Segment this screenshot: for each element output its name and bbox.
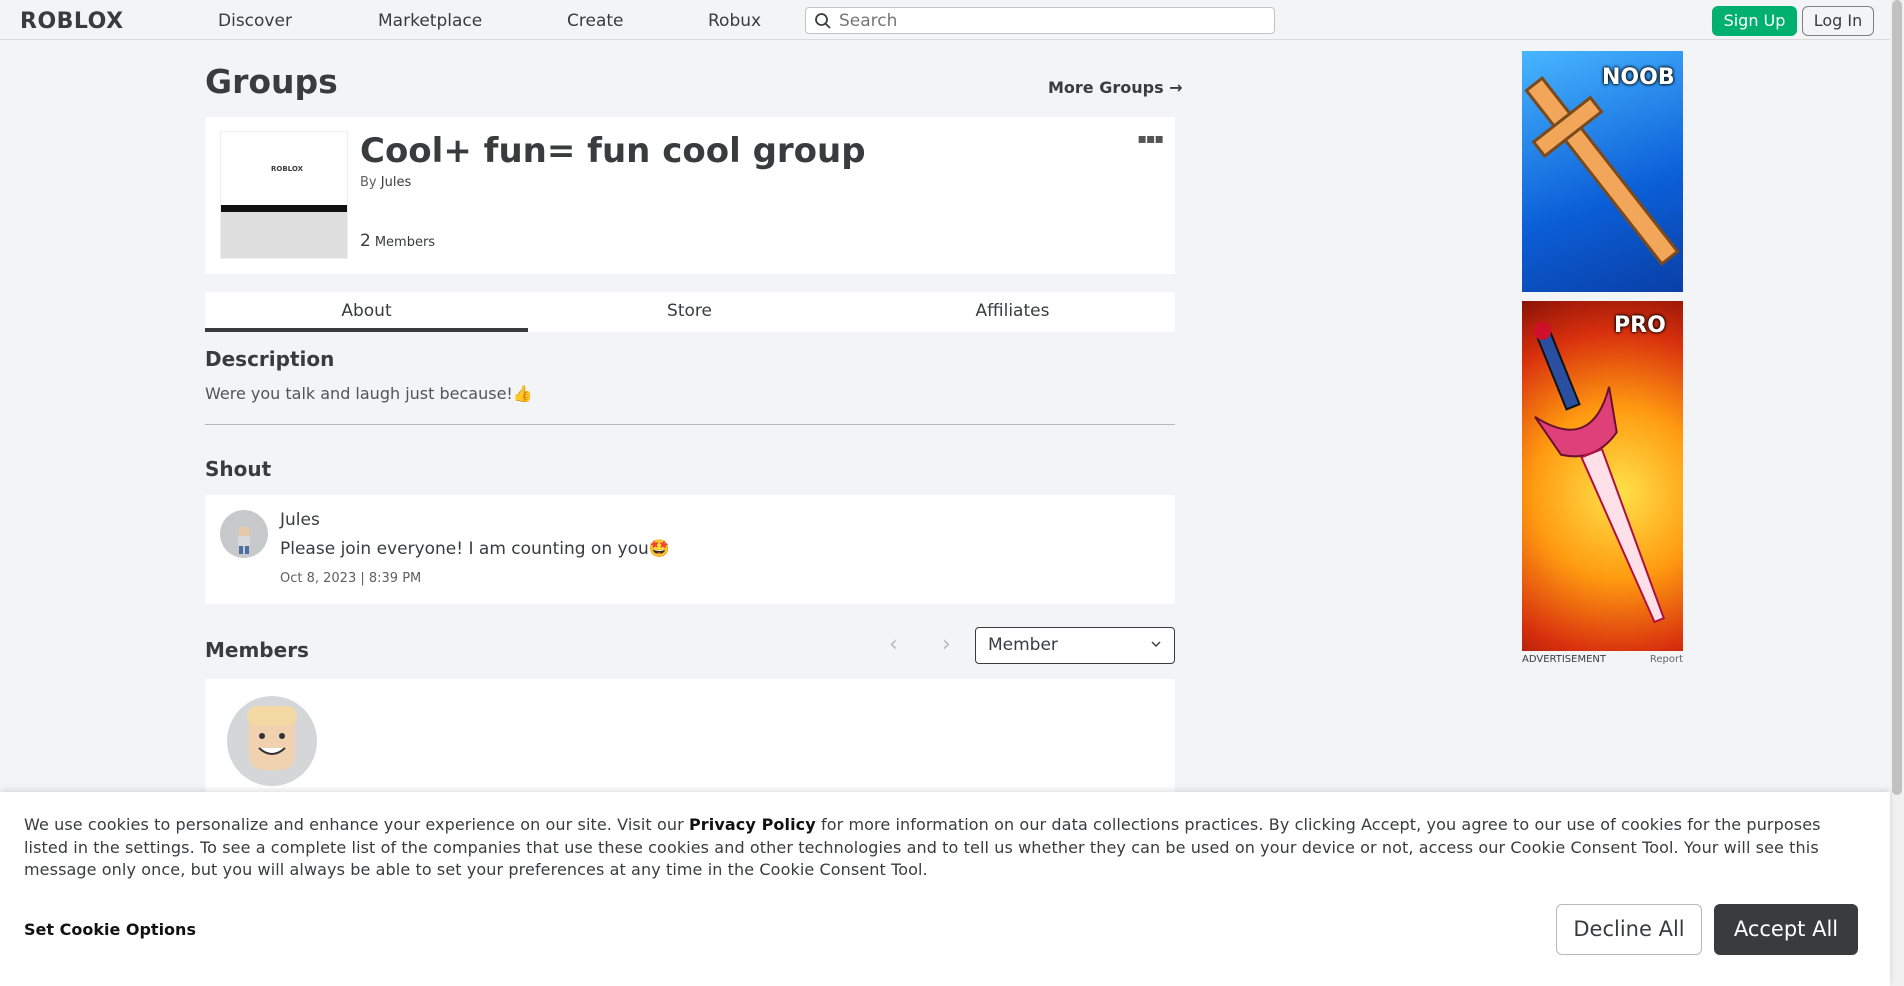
group-header-card: ROBLOX Cool+ fun= fun cool group By Jule… [205,117,1175,274]
search-box[interactable] [805,7,1275,34]
nav-create[interactable]: Create [567,11,624,31]
roblox-logo[interactable]: ROBLOX [20,9,124,34]
pink-sword-icon [1533,321,1666,624]
chevron-down-icon [1151,641,1161,647]
member-count-value: 2 [360,231,371,251]
group-member-count: 2 Members [360,231,435,251]
chevron-left-icon[interactable]: ‹ [889,632,898,657]
group-owner-link[interactable]: Jules [381,175,411,190]
sign-up-button[interactable]: Sign Up [1712,6,1797,36]
cookie-text-before: We use cookies to personalize and enhanc… [24,815,689,834]
top-nav-bar: ROBLOX Discover Marketplace Create Robux… [0,0,1890,40]
shout-author-name[interactable]: Jules [280,510,320,530]
cookie-message: We use cookies to personalize and enhanc… [24,814,1854,882]
members-heading: Members [205,638,309,662]
avatar-figure-icon [238,527,250,554]
advertisement-label: ADVERTISEMENT [1522,654,1607,665]
report-ad-link[interactable]: Report [1650,654,1683,665]
shout-author-avatar[interactable] [220,510,268,558]
group-name: Cool+ fun= fun cool group [360,131,866,171]
nav-discover[interactable]: Discover [218,11,292,31]
set-cookie-options-button[interactable]: Set Cookie Options [24,920,196,939]
by-label: By [360,175,377,190]
ad1-label: NOOB [1602,65,1675,90]
cookie-banner: We use cookies to personalize and enhanc… [0,792,1890,986]
log-in-button[interactable]: Log In [1802,6,1874,36]
emblem-bar [221,205,347,212]
more-options-icon[interactable]: ▪▪▪ [1138,131,1164,147]
member-avatar[interactable] [227,696,317,786]
ad-footer: ADVERTISEMENT Report [1522,654,1683,665]
search-icon [815,13,831,29]
accept-all-button[interactable]: Accept All [1714,904,1858,955]
shout-message: Please join everyone! I am counting on y… [280,539,670,559]
group-emblem: ROBLOX [220,131,348,259]
tab-affiliates[interactable]: Affiliates [851,292,1174,332]
page-title: Groups [205,62,338,101]
ad-banner-pro[interactable]: PRO [1522,301,1683,651]
tab-about[interactable]: About [205,292,528,332]
nav-marketplace[interactable]: Marketplace [378,11,482,31]
privacy-policy-link[interactable]: Privacy Policy [689,815,816,834]
description-heading: Description [205,347,335,371]
role-dropdown[interactable]: Member [975,627,1175,664]
chevron-right-icon[interactable]: › [942,632,951,657]
group-owner-line: By Jules [360,175,411,190]
emblem-footer [221,212,347,258]
members-list [205,679,1175,799]
decline-all-button[interactable]: Decline All [1556,904,1702,955]
member-count-label: Members [374,235,436,250]
nav-robux[interactable]: Robux [708,11,761,31]
ad-banner-noob[interactable]: NOOB [1522,51,1683,292]
page-scrollbar[interactable] [1890,0,1904,986]
shout-card: Jules Please join everyone! I am countin… [205,495,1175,604]
tab-store[interactable]: Store [528,292,851,332]
description-divider [205,424,1175,425]
group-tabs: About Store Affiliates [205,292,1175,332]
scrollbar-thumb[interactable] [1892,0,1902,795]
shout-timestamp: Oct 8, 2023 | 8:39 PM [280,571,422,586]
more-groups-link[interactable]: More Groups → [1048,78,1183,97]
emblem-logo-text: ROBLOX [271,165,303,173]
shout-heading: Shout [205,457,272,481]
description-text: Were you talk and laugh just because!👍 [205,384,533,403]
avatar-head-icon [247,706,297,770]
ad2-label: PRO [1614,313,1666,338]
role-dropdown-value: Member [988,635,1058,655]
search-input[interactable] [839,10,1259,32]
